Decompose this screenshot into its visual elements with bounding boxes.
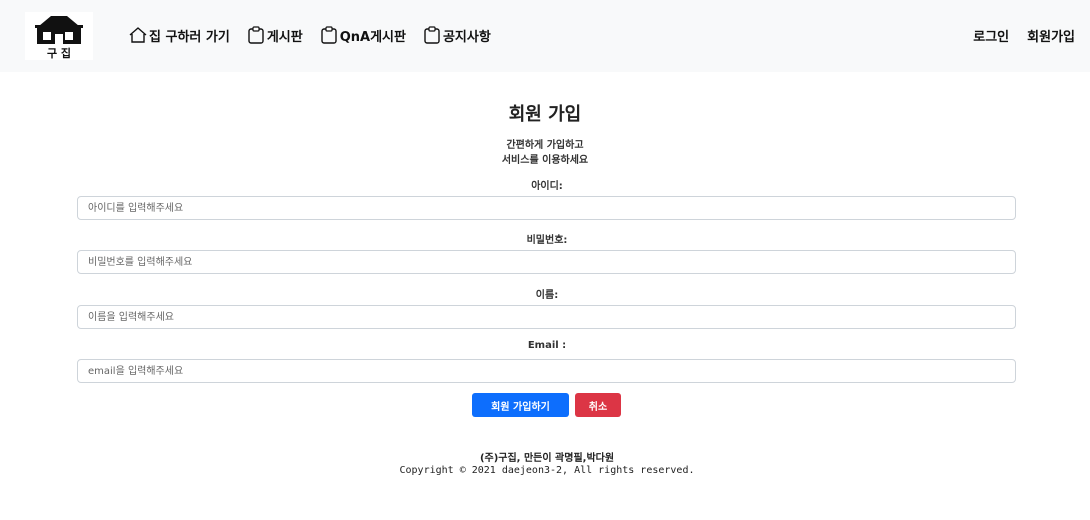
- password-input[interactable]: [77, 250, 1016, 274]
- nav-link-label: 공지사항: [442, 29, 491, 45]
- password-label: 비밀번호:: [526, 235, 568, 246]
- nav-link-label: 집 구하러 가기: [149, 29, 230, 45]
- signup-submit-button[interactable]: 회원 가입하기: [472, 393, 569, 417]
- site-logo[interactable]: 구 집: [25, 12, 93, 60]
- signup-link[interactable]: 회원가입: [1027, 26, 1075, 45]
- id-input[interactable]: [77, 196, 1016, 220]
- cancel-button[interactable]: 취소: [575, 393, 621, 417]
- name-label: 이름:: [535, 290, 559, 301]
- nav-link-qna[interactable]: QnA게시판: [319, 26, 406, 45]
- nav-link-find-house[interactable]: 집 구하러 가기: [128, 26, 230, 45]
- nav-link-board[interactable]: 게시판: [246, 26, 303, 45]
- email-label: Email :: [527, 340, 567, 351]
- house-icon: [129, 27, 147, 43]
- nav-auth: 로그인 회원가입: [955, 26, 1075, 45]
- logo-text: 구 집: [47, 46, 71, 60]
- clipboard-icon: [248, 26, 264, 44]
- login-link[interactable]: 로그인: [973, 26, 1009, 45]
- nav-link-label: QnA게시판: [339, 29, 406, 45]
- id-label: 아이디:: [531, 181, 563, 192]
- footer-company: (주)구집, 만든이 곽명필,박다원: [479, 453, 615, 464]
- clipboard-icon: [321, 26, 337, 44]
- nav-links: 집 구하러 가기 게시판 QnA게시판 공지사항: [128, 24, 507, 46]
- clipboard-icon: [424, 26, 440, 44]
- house-logo-icon: 구 집: [25, 12, 93, 60]
- navbar: 구 집 집 구하러 가기 게시판 QnA게시판 공지사항 로그인 회원가입: [0, 0, 1090, 72]
- subtitle-line-2: 서비스를 이용하세요: [501, 155, 589, 166]
- subtitle-line-1: 간편하게 가입하고: [506, 140, 584, 151]
- page-title: 회원 가입: [508, 104, 582, 125]
- nav-link-notice[interactable]: 공지사항: [422, 26, 491, 45]
- nav-link-label: 게시판: [266, 29, 303, 45]
- footer-copyright: Copyright © 2021 daejeon3-2, All rights …: [399, 465, 695, 476]
- email-input[interactable]: [77, 359, 1016, 383]
- name-input[interactable]: [77, 305, 1016, 329]
